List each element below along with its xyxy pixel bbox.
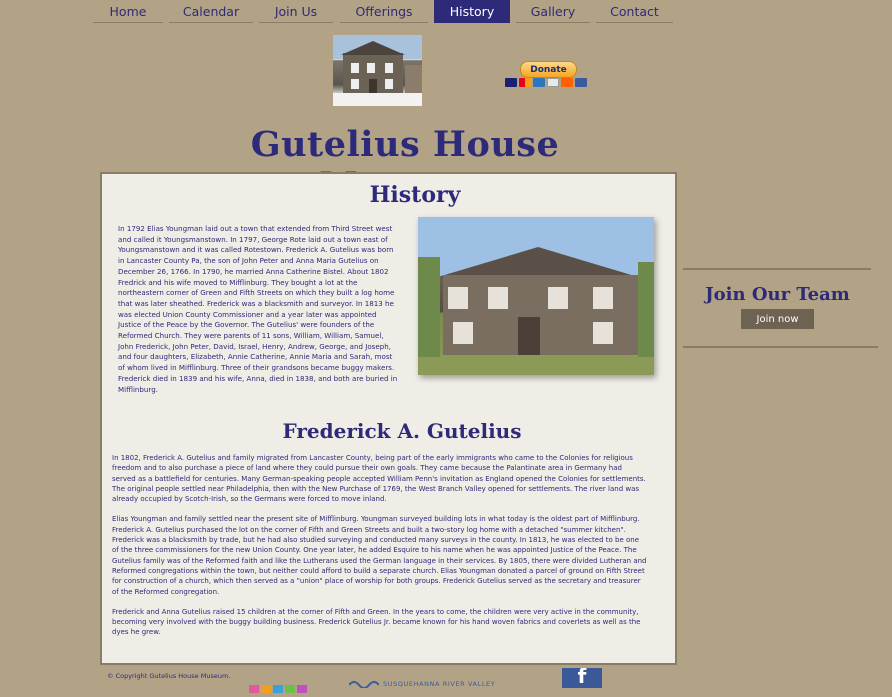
frederick-paragraph: In 1802, Frederick A. Gutelius and famil… (112, 454, 646, 504)
history-heading: History (369, 182, 461, 208)
visa-icon (505, 78, 517, 87)
nav-calendar[interactable]: Calendar (169, 0, 253, 23)
frederick-section: In 1802, Frederick A. Gutelius and famil… (112, 453, 647, 648)
facebook-letter: f (577, 668, 587, 688)
nav-join-us[interactable]: Join Us (259, 0, 333, 23)
frederick-paragraph: Frederick and Anna Gutelius raised 15 ch… (112, 607, 641, 637)
gutelius-house-photo (418, 217, 654, 375)
nav-gallery[interactable]: Gallery (516, 0, 590, 23)
nav-home[interactable]: Home (93, 0, 163, 23)
nav-history[interactable]: History (434, 0, 510, 23)
content-panel: History In 1792 Elias Youngman laid out … (100, 172, 677, 665)
copyright-text: © Copyright Gutelius House Museum. (107, 672, 231, 680)
frederick-paragraph: Elias Youngman and family settled near t… (112, 515, 647, 596)
river-wave-icon (349, 681, 379, 688)
frederick-heading: Frederick A. Gutelius (282, 419, 522, 443)
facebook-icon[interactable]: f (562, 668, 602, 688)
bank-icon (547, 78, 559, 87)
join-now-button[interactable]: Join now (741, 309, 814, 329)
history-paragraph: In 1792 Elias Youngman laid out a town t… (118, 224, 398, 394)
card-icon (575, 78, 587, 87)
mastercard-icon (519, 78, 531, 87)
partner-logo[interactable] (249, 678, 309, 693)
nav-contact[interactable]: Contact (596, 0, 673, 23)
amex-icon (533, 78, 545, 87)
house-thumbnail-image (333, 35, 422, 106)
join-top-divider (683, 268, 871, 270)
join-heading: Join Our Team (705, 284, 850, 305)
susquehanna-river-valley-logo[interactable]: SUSQUEHANNA RIVER VALLEY (349, 679, 499, 688)
nav-offerings[interactable]: Offerings (340, 0, 428, 23)
donate-button[interactable]: Donate (520, 61, 577, 78)
join-bottom-divider (683, 346, 878, 348)
partner-text: SUSQUEHANNA RIVER VALLEY (383, 679, 496, 688)
payment-cards (505, 78, 587, 87)
discover-icon (561, 78, 573, 87)
